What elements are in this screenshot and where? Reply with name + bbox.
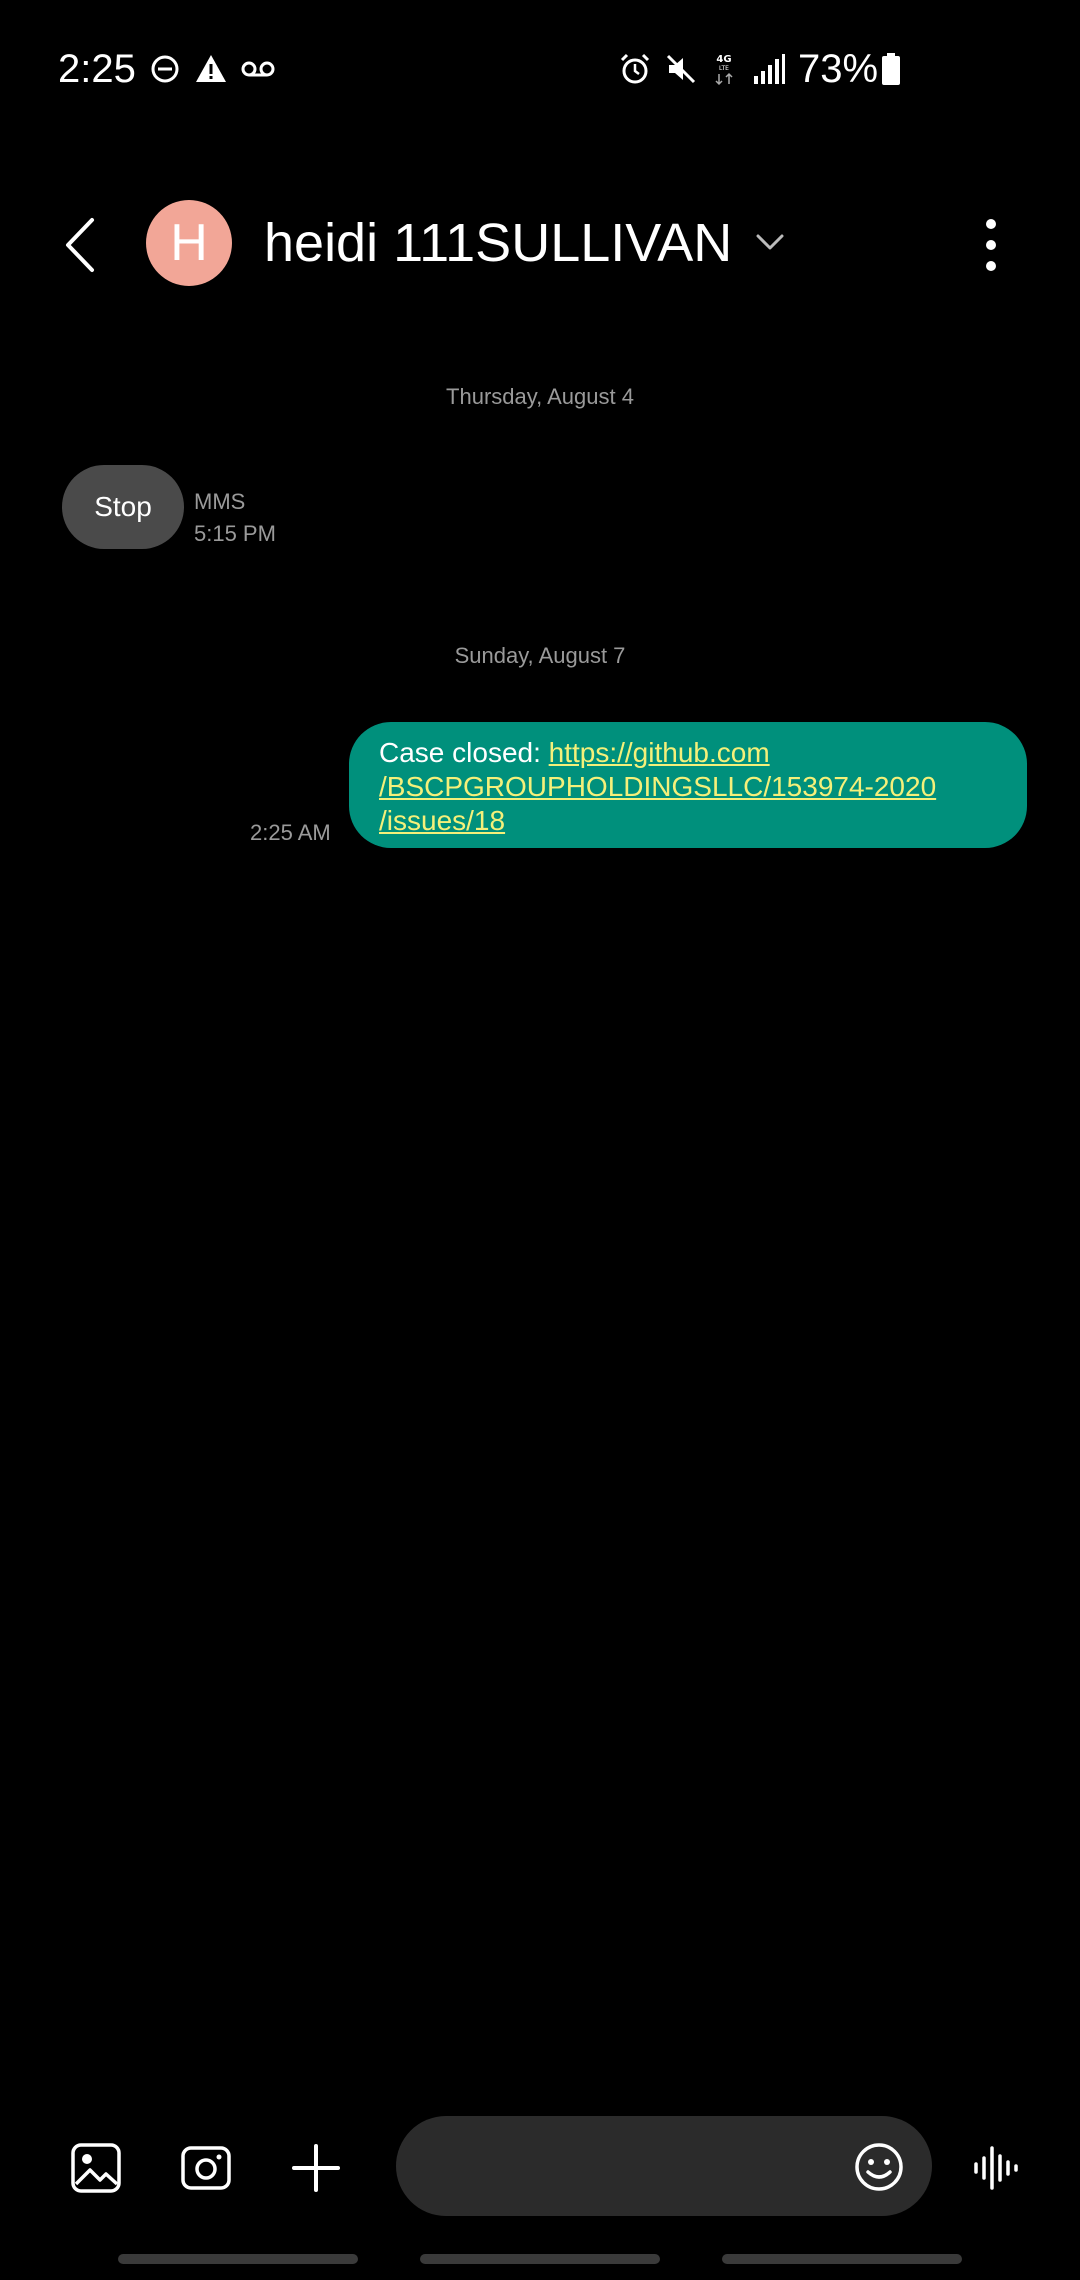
more-options-button[interactable]: [966, 210, 1016, 280]
message-link[interactable]: https://github.com: [549, 737, 770, 768]
message-time: 5:15 PM: [194, 521, 276, 546]
received-message-meta: MMS 5:15 PM: [194, 486, 276, 550]
message-type: MMS: [194, 489, 246, 514]
back-button[interactable]: [50, 210, 114, 280]
avatar-letter: H: [170, 214, 208, 272]
svg-text:4G: 4G: [716, 54, 731, 65]
received-message-bubble[interactable]: Stop: [62, 465, 184, 549]
voice-record-icon[interactable]: [970, 2140, 1026, 2196]
sent-message-text: Case closed:: [379, 737, 549, 768]
contact-name[interactable]: heidi 111SULLIVAN: [264, 210, 732, 276]
4g-lte-icon: 4G LTE: [712, 52, 736, 86]
composer-bar: [0, 2110, 1080, 2220]
gallery-icon[interactable]: [68, 2140, 124, 2196]
status-time: 2:25: [58, 47, 136, 91]
warning-icon: [194, 52, 228, 86]
received-message-text: Stop: [94, 491, 152, 522]
emoji-icon[interactable]: [852, 2140, 906, 2194]
svg-text:LTE: LTE: [719, 65, 729, 72]
camera-icon[interactable]: [178, 2140, 234, 2196]
message-link[interactable]: /BSCPGROUPHOLDINGSLLC/153974-2020: [379, 771, 936, 802]
date-separator: Sunday, August 7: [454, 643, 626, 668]
signal-icon: [752, 52, 786, 86]
alarm-icon: [618, 52, 652, 86]
contact-avatar[interactable]: H: [146, 200, 232, 286]
mute-icon: [664, 52, 698, 86]
nav-back-button[interactable]: [722, 2254, 962, 2264]
message-link[interactable]: /issues/18: [379, 805, 505, 836]
conversation-header: H heidi 111SULLIVAN: [0, 180, 1080, 310]
chevron-down-icon[interactable]: [752, 224, 788, 260]
back-arrow-icon: [66, 218, 94, 272]
nav-recents-button[interactable]: [118, 2254, 358, 2264]
battery-percentage: 73%: [798, 47, 879, 91]
nav-home-button[interactable]: [420, 2254, 660, 2264]
sent-message-bubble[interactable]: Case closed: https://github.com /BSCPGRO…: [349, 722, 1027, 848]
sent-message-time: 2:25 AM: [250, 820, 331, 845]
add-icon[interactable]: [288, 2140, 344, 2196]
status-bar: 2:25 4G LTE 73%: [0, 0, 1080, 140]
voicemail-icon: [240, 52, 276, 86]
battery-icon: [880, 52, 902, 86]
do-not-disturb-icon: [148, 52, 182, 86]
message-input[interactable]: [396, 2116, 932, 2216]
date-separator: Thursday, August 4: [446, 384, 634, 409]
more-vert-icon: [986, 219, 996, 271]
